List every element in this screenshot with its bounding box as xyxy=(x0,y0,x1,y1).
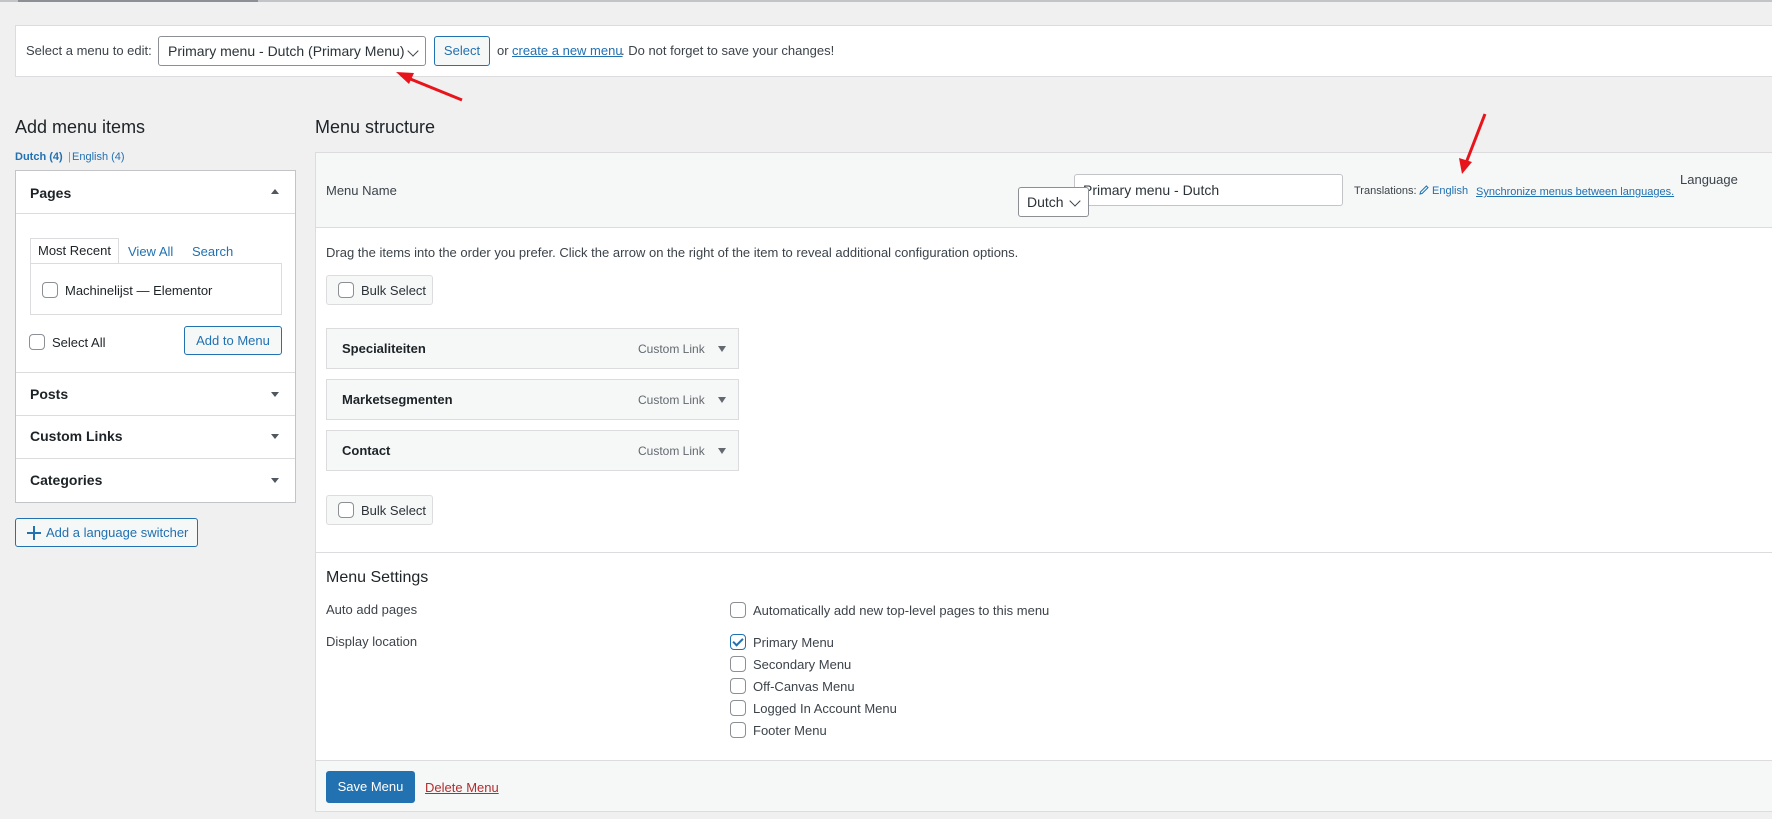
location-logged-in-label: Logged In Account Menu xyxy=(753,701,897,716)
accordion-pages-header[interactable]: Pages xyxy=(16,171,295,214)
location-primary-checkbox[interactable] xyxy=(730,634,746,650)
or-text: or xyxy=(497,43,509,58)
translation-english-link[interactable]: English xyxy=(1432,185,1468,197)
auto-add-pages-option: Automatically add new top-level pages to… xyxy=(753,603,1050,618)
location-off-canvas-checkbox[interactable] xyxy=(730,678,746,694)
location-footer-checkbox[interactable] xyxy=(730,722,746,738)
bulk-select-checkbox[interactable] xyxy=(338,502,354,518)
language-select[interactable]: Dutch xyxy=(1018,187,1089,217)
accordion-posts-title: Posts xyxy=(30,386,69,402)
add-to-menu-button[interactable]: Add to Menu xyxy=(184,326,282,355)
display-location-label: Display location xyxy=(326,634,418,649)
translations-label: Translations: xyxy=(1354,185,1417,197)
top-tab-indicator xyxy=(18,0,258,2)
add-menu-items-heading: Add menu items xyxy=(15,117,146,137)
menu-structure-heading: Menu structure xyxy=(315,117,436,137)
auto-add-pages-checkbox[interactable] xyxy=(730,602,746,618)
save-menu-button[interactable]: Save Menu xyxy=(326,771,415,803)
location-off-canvas-label: Off-Canvas Menu xyxy=(753,679,855,694)
language-select-value: Dutch xyxy=(1027,194,1064,210)
menu-item[interactable]: Marketsegmenten Custom Link xyxy=(326,379,739,420)
bulk-select-label: Bulk Select xyxy=(361,503,427,518)
select-all-checkbox[interactable] xyxy=(29,334,45,350)
pencil-icon xyxy=(1419,185,1429,195)
item-edit-arrow-icon[interactable] xyxy=(718,397,726,403)
create-new-menu-link[interactable]: create a new menu xyxy=(512,43,623,58)
settings-divider xyxy=(316,552,1772,553)
drag-instructions: Drag the items into the order you prefer… xyxy=(326,245,1019,260)
accordion-categories-title: Categories xyxy=(30,472,103,488)
tab-most-recent[interactable]: Most Recent xyxy=(30,238,119,264)
menu-name-label: Menu Name xyxy=(326,183,397,198)
location-logged-in-checkbox[interactable] xyxy=(730,700,746,716)
accordion-custom-links-header[interactable]: Custom Links xyxy=(16,416,295,459)
page-item-label: Machinelijst — Elementor xyxy=(65,283,213,298)
item-edit-arrow-icon[interactable] xyxy=(718,448,726,454)
location-secondary-label: Secondary Menu xyxy=(753,657,852,672)
accordion-posts-header[interactable]: Posts xyxy=(16,373,295,416)
menu-footer-band xyxy=(316,760,1772,811)
item-edit-arrow-icon[interactable] xyxy=(718,346,726,352)
bulk-select-label: Bulk Select xyxy=(361,283,427,298)
bulk-select-button-bottom[interactable]: Bulk Select xyxy=(326,495,433,525)
expand-arrow-icon xyxy=(271,478,279,483)
synchronize-menus-link[interactable]: Synchronize menus between languages. xyxy=(1476,186,1674,198)
menu-select-value: Primary menu - Dutch (Primary Menu) xyxy=(168,43,405,59)
collapse-arrow-icon xyxy=(271,189,279,194)
language-separator: | xyxy=(68,151,71,163)
menu-item-title: Specialiteiten xyxy=(342,341,426,356)
menu-item[interactable]: Specialiteiten Custom Link xyxy=(326,328,739,369)
bulk-select-checkbox[interactable] xyxy=(338,282,354,298)
menu-name-input[interactable]: Primary menu - Dutch xyxy=(1074,174,1343,206)
top-border xyxy=(0,0,1772,2)
accordion-pages-title: Pages xyxy=(30,185,72,201)
menu-item[interactable]: Contact Custom Link xyxy=(326,430,739,471)
page-item-checkbox[interactable] xyxy=(42,282,58,298)
save-reminder-text: . Do not forget to save your changes! xyxy=(621,43,835,58)
accordion-categories-header[interactable]: Categories xyxy=(16,459,295,502)
tab-search[interactable]: Search xyxy=(192,244,233,259)
location-secondary-checkbox[interactable] xyxy=(730,656,746,672)
chevron-down-icon xyxy=(1069,195,1081,207)
location-primary-label: Primary Menu xyxy=(753,635,834,650)
menu-item-type: Custom Link xyxy=(638,342,705,356)
menu-select[interactable]: Primary menu - Dutch (Primary Menu) xyxy=(158,36,426,66)
select-button[interactable]: Select xyxy=(434,36,490,66)
select-all-label: Select All xyxy=(52,335,106,350)
tab-view-all[interactable]: View All xyxy=(128,244,173,259)
delete-menu-link[interactable]: Delete Menu xyxy=(425,780,499,795)
menu-item-title: Marketsegmenten xyxy=(342,392,453,407)
expand-arrow-icon xyxy=(271,434,279,439)
menu-item-type: Custom Link xyxy=(638,393,705,407)
plus-icon xyxy=(27,526,41,540)
location-footer-label: Footer Menu xyxy=(753,723,827,738)
language-filter-english[interactable]: English (4) xyxy=(72,151,125,163)
menu-item-title: Contact xyxy=(342,443,391,458)
menu-item-type: Custom Link xyxy=(638,444,705,458)
language-label: Language xyxy=(1680,172,1738,187)
chevron-down-icon xyxy=(407,45,419,57)
bulk-select-button-top[interactable]: Bulk Select xyxy=(326,275,433,305)
menu-settings-heading: Menu Settings xyxy=(326,569,429,586)
select-menu-label: Select a menu to edit: xyxy=(26,43,152,58)
auto-add-pages-label: Auto add pages xyxy=(326,602,418,617)
language-filter-dutch[interactable]: Dutch (4) xyxy=(15,151,63,163)
add-language-switcher-button[interactable]: Add a language switcher xyxy=(15,518,198,547)
accordion-custom-links-title: Custom Links xyxy=(30,428,123,444)
expand-arrow-icon xyxy=(271,392,279,397)
add-language-switcher-label: Add a language switcher xyxy=(46,525,189,540)
